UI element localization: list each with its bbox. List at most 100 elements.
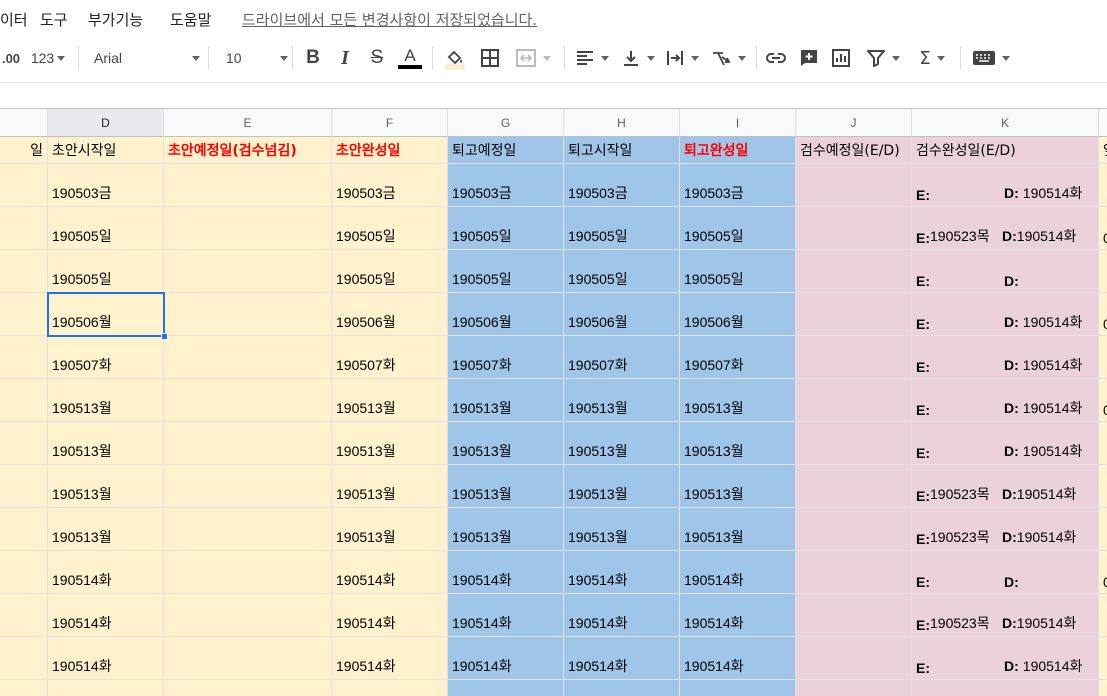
table-cell[interactable]: 190514화 [332,637,448,680]
table-cell[interactable]: 190514화 [680,594,796,637]
table-cell[interactable] [796,207,912,250]
column-header-d[interactable]: D [48,109,164,137]
table-cell[interactable]: 0 [1099,293,1107,336]
text-rotate-button[interactable] [708,44,748,72]
table-cell[interactable]: 190505일 [48,207,164,250]
header-cell-l[interactable]: 앞 [1099,137,1107,164]
table-cell[interactable]: 190506월 [564,293,680,336]
table-cell[interactable] [796,293,912,336]
table-cell[interactable] [164,680,332,696]
bold-button[interactable]: B [300,44,326,72]
table-cell[interactable]: 190505일 [448,250,564,293]
column-header-l[interactable] [1099,109,1107,137]
table-cell[interactable]: 190503금 [680,164,796,207]
table-cell[interactable]: 190506월 [448,293,564,336]
table-cell[interactable] [0,680,48,696]
font-size-select[interactable]: 10 [218,44,288,72]
fill-handle[interactable] [161,333,168,340]
table-cell[interactable]: 190514화 [48,637,164,680]
table-cell[interactable] [164,207,332,250]
table-cell[interactable] [796,465,912,508]
table-cell[interactable]: 190505일 [564,250,680,293]
table-cell[interactable]: 190513월 [448,508,564,551]
table-cell[interactable] [164,551,332,594]
borders-button[interactable] [476,44,504,72]
column-header-c[interactable] [0,109,48,137]
table-cell[interactable]: 190513월 [448,422,564,465]
strikethrough-button[interactable]: S [364,44,390,72]
font-family-select[interactable]: Arial [88,44,200,72]
decrease-decimal-button[interactable]: .00 [0,44,22,72]
table-cell[interactable]: 190513월 [48,508,164,551]
table-cell[interactable]: 190513월 [332,508,448,551]
table-cell[interactable] [1099,594,1107,637]
table-cell[interactable] [164,594,332,637]
menu-help[interactable]: 도움말 [170,9,211,30]
table-cell[interactable]: 0 [1099,207,1107,250]
table-cell[interactable] [1099,508,1107,551]
spreadsheet-grid[interactable]: D E F G H I J K 일 초안시작일 초안예정일(검수넘김) 초안완성일 퇴고예정일 퇴고시작일… [0,108,1107,696]
table-cell[interactable]: 190503금 [448,164,564,207]
table-cell[interactable]: 190513월 [332,465,448,508]
text-color-button[interactable]: A [396,44,424,72]
table-cell[interactable]: 190514화 [564,594,680,637]
table-cell[interactable]: 0 [1099,379,1107,422]
column-header-e[interactable]: E [164,109,332,137]
header-cell-i[interactable]: 퇴고완성일 [680,137,796,164]
table-cell[interactable] [0,465,48,508]
table-cell[interactable]: 190513월 [564,465,680,508]
table-cell[interactable]: E: 190523목 D:190514화 [912,594,1099,637]
column-header-k[interactable]: K [912,109,1099,137]
table-cell[interactable]: E: D: 190514화 [912,637,1099,680]
table-cell[interactable]: 190514화 [448,637,564,680]
table-cell[interactable]: 190506월 [48,293,164,336]
column-header-g[interactable]: G [448,109,564,137]
table-cell[interactable] [796,594,912,637]
insert-link-button[interactable] [762,44,790,72]
insert-chart-button[interactable] [828,44,854,72]
table-cell[interactable] [164,508,332,551]
vertical-align-button[interactable] [618,44,658,72]
insert-comment-button[interactable] [796,44,822,72]
table-cell[interactable] [0,207,48,250]
table-cell[interactable]: E: 190523목 D:190514화 [912,508,1099,551]
table-cell[interactable] [0,508,48,551]
table-cell[interactable]: 190505일 [448,207,564,250]
table-cell[interactable] [164,164,332,207]
fill-color-button[interactable] [440,44,470,72]
table-cell[interactable] [912,680,1099,696]
table-cell[interactable]: 190513월 [332,379,448,422]
save-status-link[interactable]: 드라이브에서 모든 변경사항이 저장되었습니다. [242,9,537,30]
table-cell[interactable]: 190505일 [332,207,448,250]
table-cell[interactable] [164,379,332,422]
table-cell[interactable]: 190514화 [564,637,680,680]
table-cell[interactable] [1099,680,1107,696]
table-cell[interactable] [680,680,796,696]
input-tools-button[interactable] [966,44,1016,72]
table-cell[interactable]: 190503금 [332,164,448,207]
table-cell[interactable] [0,422,48,465]
table-cell[interactable]: 190514화 [332,551,448,594]
table-cell[interactable] [448,680,564,696]
column-header-h[interactable]: H [564,109,680,137]
table-cell[interactable] [1099,422,1107,465]
table-cell[interactable] [796,422,912,465]
table-cell[interactable] [0,164,48,207]
menu-addons[interactable]: 부가기능 [88,9,143,30]
table-cell[interactable] [0,551,48,594]
horizontal-align-button[interactable] [572,44,612,72]
table-cell[interactable]: 190505일 [680,207,796,250]
header-cell-h[interactable]: 퇴고시작일 [564,137,680,164]
table-cell[interactable] [796,336,912,379]
table-cell[interactable] [0,336,48,379]
table-cell[interactable] [796,250,912,293]
table-cell[interactable] [796,680,912,696]
table-cell[interactable]: 190506월 [332,293,448,336]
table-cell[interactable]: 0 [1099,551,1107,594]
table-cell[interactable]: 190505일 [332,250,448,293]
table-cell[interactable]: E: D: 190514화 [912,336,1099,379]
number-format-button[interactable]: 123 [28,44,68,72]
table-cell[interactable] [0,379,48,422]
table-cell[interactable] [164,336,332,379]
table-cell[interactable]: 190514화 [680,637,796,680]
